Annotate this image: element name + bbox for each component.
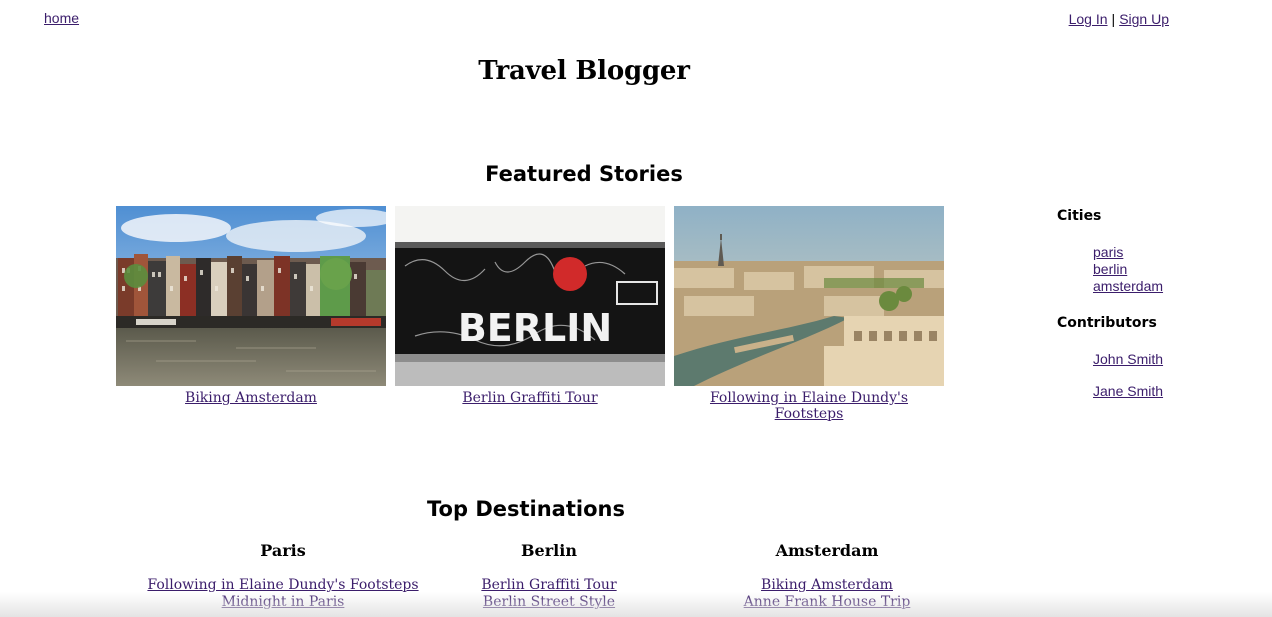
signup-link[interactable]: Sign Up [1119, 11, 1169, 27]
destination-column-amsterdam: Amsterdam Biking Amsterdam Anne Frank Ho… [709, 541, 945, 611]
destination-column-berlin: Berlin Berlin Graffiti Tour Berlin Stree… [449, 541, 649, 611]
destination-story-link[interactable]: Biking Amsterdam [709, 577, 945, 594]
destination-city-heading: Amsterdam [775, 541, 879, 560]
featured-card-paris: Following in Elaine Dundy's Footsteps [674, 206, 944, 422]
cities-heading: Cities [1057, 208, 1102, 224]
amsterdam-canal-houses-photo[interactable] [116, 206, 386, 386]
contributors-heading: Contributors [1057, 315, 1157, 331]
featured-stories-heading: Featured Stories [485, 162, 683, 186]
featured-story-link[interactable]: Following in Elaine Dundy's Footsteps [674, 390, 944, 422]
destination-story-link[interactable]: Midnight in Paris [143, 594, 423, 611]
destination-story-link[interactable]: Following in Elaine Dundy's Footsteps [143, 577, 423, 594]
city-link-amsterdam[interactable]: amsterdam [1093, 278, 1163, 295]
destination-city-heading: Berlin [521, 541, 577, 560]
contributor-link[interactable]: Jane Smith [1093, 383, 1163, 399]
top-destinations-heading: Top Destinations [427, 497, 625, 521]
destination-city-heading: Paris [260, 541, 306, 560]
contributor-link[interactable]: John Smith [1093, 351, 1163, 367]
destination-story-link[interactable]: Berlin Street Style [449, 594, 649, 611]
destination-column-paris: Paris Following in Elaine Dundy's Footst… [143, 541, 423, 611]
city-link-berlin[interactable]: berlin [1093, 261, 1163, 278]
featured-story-link[interactable]: Biking Amsterdam [116, 390, 386, 406]
home-link[interactable]: home [44, 10, 79, 26]
auth-links: Log In | Sign Up [1069, 11, 1169, 27]
featured-story-link[interactable]: Berlin Graffiti Tour [395, 390, 665, 406]
site-title: Travel Blogger [478, 56, 690, 86]
cities-list: paris berlin amsterdam [1093, 244, 1163, 295]
destination-story-link[interactable]: Anne Frank House Trip [709, 594, 945, 611]
svg-text:BERLIN: BERLIN [458, 306, 612, 350]
login-link[interactable]: Log In [1069, 11, 1108, 27]
auth-separator: | [1111, 11, 1116, 27]
city-link-paris[interactable]: paris [1093, 244, 1163, 261]
featured-card-berlin: BERLIN Berlin Graffiti Tour [395, 206, 665, 406]
destination-story-link[interactable]: Berlin Graffiti Tour [449, 577, 649, 594]
berlin-wall-graffiti-photo[interactable]: BERLIN [395, 206, 665, 386]
paris-aerial-view-photo[interactable] [674, 206, 944, 386]
featured-card-amsterdam: Biking Amsterdam [116, 206, 386, 406]
